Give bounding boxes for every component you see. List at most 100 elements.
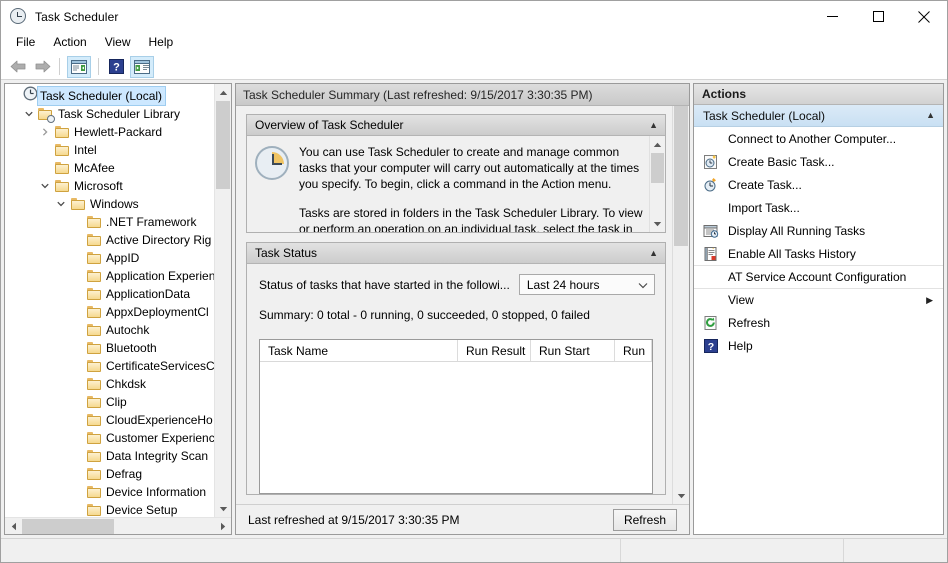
tree-node[interactable]: CertificateServicesC bbox=[5, 357, 214, 375]
action-item-at-service-account-configuration[interactable]: AT Service Account Configuration bbox=[694, 265, 943, 288]
overview-scroll-up-button[interactable] bbox=[650, 136, 665, 153]
chevron-up-icon[interactable]: ▲ bbox=[926, 111, 935, 120]
tree-node[interactable]: Active Directory Rig bbox=[5, 231, 214, 249]
overview-scroll-thumb[interactable] bbox=[651, 153, 664, 183]
tree-node[interactable]: Intel bbox=[5, 141, 214, 159]
chevron-right-icon[interactable]: ▶ bbox=[926, 295, 933, 306]
tree-node[interactable]: Autochk bbox=[5, 321, 214, 339]
overview-section-header[interactable]: Overview of Task Scheduler ▲ bbox=[247, 115, 665, 136]
menu-file[interactable]: File bbox=[7, 33, 44, 53]
action-item-create-task[interactable]: Create Task... bbox=[694, 173, 943, 196]
summary-scroll-track[interactable] bbox=[673, 106, 689, 487]
chevron-up-icon[interactable]: ▲ bbox=[649, 120, 658, 130]
tree-scroll-down-button[interactable] bbox=[215, 500, 231, 517]
time-range-dropdown[interactable]: Last 24 hours bbox=[518, 274, 655, 295]
action-item-connect-to-another-computer[interactable]: Connect to Another Computer... bbox=[694, 127, 943, 150]
action-item-help[interactable]: ? Help bbox=[694, 334, 943, 357]
back-button[interactable] bbox=[6, 56, 30, 78]
tree-node[interactable]: CloudExperienceHo bbox=[5, 411, 214, 429]
maximize-button[interactable] bbox=[855, 1, 901, 32]
tree-node[interactable]: Device Information bbox=[5, 483, 214, 501]
actions-group-header[interactable]: Task Scheduler (Local) ▲ bbox=[694, 105, 943, 127]
tree-node-icon bbox=[85, 270, 103, 282]
overview-paragraph-1: You can use Task Scheduler to create and… bbox=[299, 145, 640, 191]
tree-node[interactable]: Windows bbox=[5, 195, 214, 213]
tree-scroll-left-button[interactable] bbox=[5, 518, 22, 535]
tree-vertical-scrollbar[interactable] bbox=[214, 84, 231, 517]
action-item-label: View bbox=[728, 293, 754, 307]
task-status-table-header: Task Name Run Result Run Start Run bbox=[260, 340, 652, 362]
tree-hscroll-thumb[interactable] bbox=[22, 518, 114, 534]
chevron-right-icon[interactable] bbox=[37, 127, 53, 137]
show-hide-console-tree-button[interactable] bbox=[67, 55, 91, 78]
tree-node[interactable]: Task Scheduler (Local) bbox=[5, 86, 214, 106]
refresh-icon bbox=[700, 315, 722, 331]
summary-pane-header: Task Scheduler Summary (Last refreshed: … bbox=[236, 84, 689, 106]
column-header-run-start[interactable]: Run Start bbox=[531, 340, 615, 361]
clock-icon bbox=[10, 8, 27, 25]
chevron-down-icon[interactable] bbox=[21, 109, 37, 119]
tree-scroll-right-button[interactable] bbox=[214, 518, 231, 535]
menu-action[interactable]: Action bbox=[44, 33, 95, 53]
tree-hscroll-track[interactable] bbox=[22, 518, 214, 535]
tree-node[interactable]: .NET Framework bbox=[5, 213, 214, 231]
tree-node[interactable]: Task Scheduler Library bbox=[5, 105, 214, 123]
tree-scroll-up-button[interactable] bbox=[215, 84, 231, 101]
folder-icon bbox=[87, 342, 101, 354]
minimize-button[interactable] bbox=[809, 1, 855, 32]
overview-scroll-down-button[interactable] bbox=[650, 215, 665, 232]
tree-node[interactable]: Clip bbox=[5, 393, 214, 411]
tree-node[interactable]: McAfee bbox=[5, 159, 214, 177]
tree-node[interactable]: Bluetooth bbox=[5, 339, 214, 357]
action-item-enable-all-tasks-history[interactable]: Enable All Tasks History bbox=[694, 242, 943, 265]
menu-help[interactable]: Help bbox=[140, 33, 183, 53]
tree-node[interactable]: Customer Experienc bbox=[5, 429, 214, 447]
overview-scroll-track[interactable] bbox=[650, 153, 665, 215]
summary-scroll-thumb[interactable] bbox=[674, 106, 688, 246]
show-hide-action-pane-button[interactable] bbox=[130, 55, 154, 78]
chevron-up-icon[interactable]: ▲ bbox=[649, 248, 658, 258]
summary-pane: Task Scheduler Summary (Last refreshed: … bbox=[235, 83, 690, 535]
tree-node[interactable]: Hewlett-Packard bbox=[5, 123, 214, 141]
tree-node-icon bbox=[85, 234, 103, 246]
chevron-down-icon[interactable] bbox=[638, 278, 648, 292]
column-header-task-name[interactable]: Task Name bbox=[260, 340, 458, 361]
chevron-down-icon[interactable] bbox=[37, 181, 53, 191]
column-header-run-result[interactable]: Run Result bbox=[458, 340, 531, 361]
summary-vertical-scrollbar[interactable] bbox=[672, 106, 689, 504]
tree-horizontal-scrollbar[interactable] bbox=[5, 517, 231, 534]
action-item-view[interactable]: View ▶ bbox=[694, 288, 943, 311]
actions-list: Connect to Another Computer... Create Bas… bbox=[694, 127, 943, 357]
action-item-refresh[interactable]: Refresh bbox=[694, 311, 943, 334]
close-button[interactable] bbox=[901, 1, 947, 32]
tree-node[interactable]: ApplicationData bbox=[5, 285, 214, 303]
menu-view[interactable]: View bbox=[96, 33, 140, 53]
task-status-section-header[interactable]: Task Status ▲ bbox=[247, 243, 665, 264]
tree-node[interactable]: Data Integrity Scan bbox=[5, 447, 214, 465]
column-header-run-end[interactable]: Run bbox=[615, 340, 652, 361]
folder-clock-icon bbox=[38, 107, 55, 123]
running-tasks-icon bbox=[700, 223, 722, 239]
overview-vertical-scrollbar[interactable] bbox=[649, 136, 665, 232]
task-status-body: Status of tasks that have started in the… bbox=[247, 264, 665, 494]
tree-node[interactable]: AppID bbox=[5, 249, 214, 267]
tree-node[interactable]: Application Experien bbox=[5, 267, 214, 285]
refresh-button[interactable]: Refresh bbox=[612, 508, 677, 531]
action-item-create-basic-task[interactable]: Create Basic Task... bbox=[694, 150, 943, 173]
forward-button[interactable] bbox=[30, 56, 54, 78]
folder-icon bbox=[71, 198, 85, 210]
action-item-import-task[interactable]: Import Task... bbox=[694, 196, 943, 219]
tree-node[interactable]: Chkdsk bbox=[5, 375, 214, 393]
action-item-display-all-running-tasks[interactable]: Display All Running Tasks bbox=[694, 219, 943, 242]
summary-scroll-down-button[interactable] bbox=[673, 487, 689, 504]
tree-node[interactable]: Device Setup bbox=[5, 501, 214, 517]
tree-node[interactable]: Microsoft bbox=[5, 177, 214, 195]
chevron-down-icon[interactable] bbox=[53, 199, 69, 209]
tree-node-icon bbox=[85, 486, 103, 498]
tree-node[interactable]: Defrag bbox=[5, 465, 214, 483]
tree-scroll-thumb[interactable] bbox=[216, 101, 230, 189]
tree-node-icon bbox=[85, 252, 103, 264]
tree-scroll-track[interactable] bbox=[215, 101, 231, 500]
tree-node[interactable]: AppxDeploymentCl bbox=[5, 303, 214, 321]
help-button[interactable]: ? bbox=[104, 56, 128, 78]
